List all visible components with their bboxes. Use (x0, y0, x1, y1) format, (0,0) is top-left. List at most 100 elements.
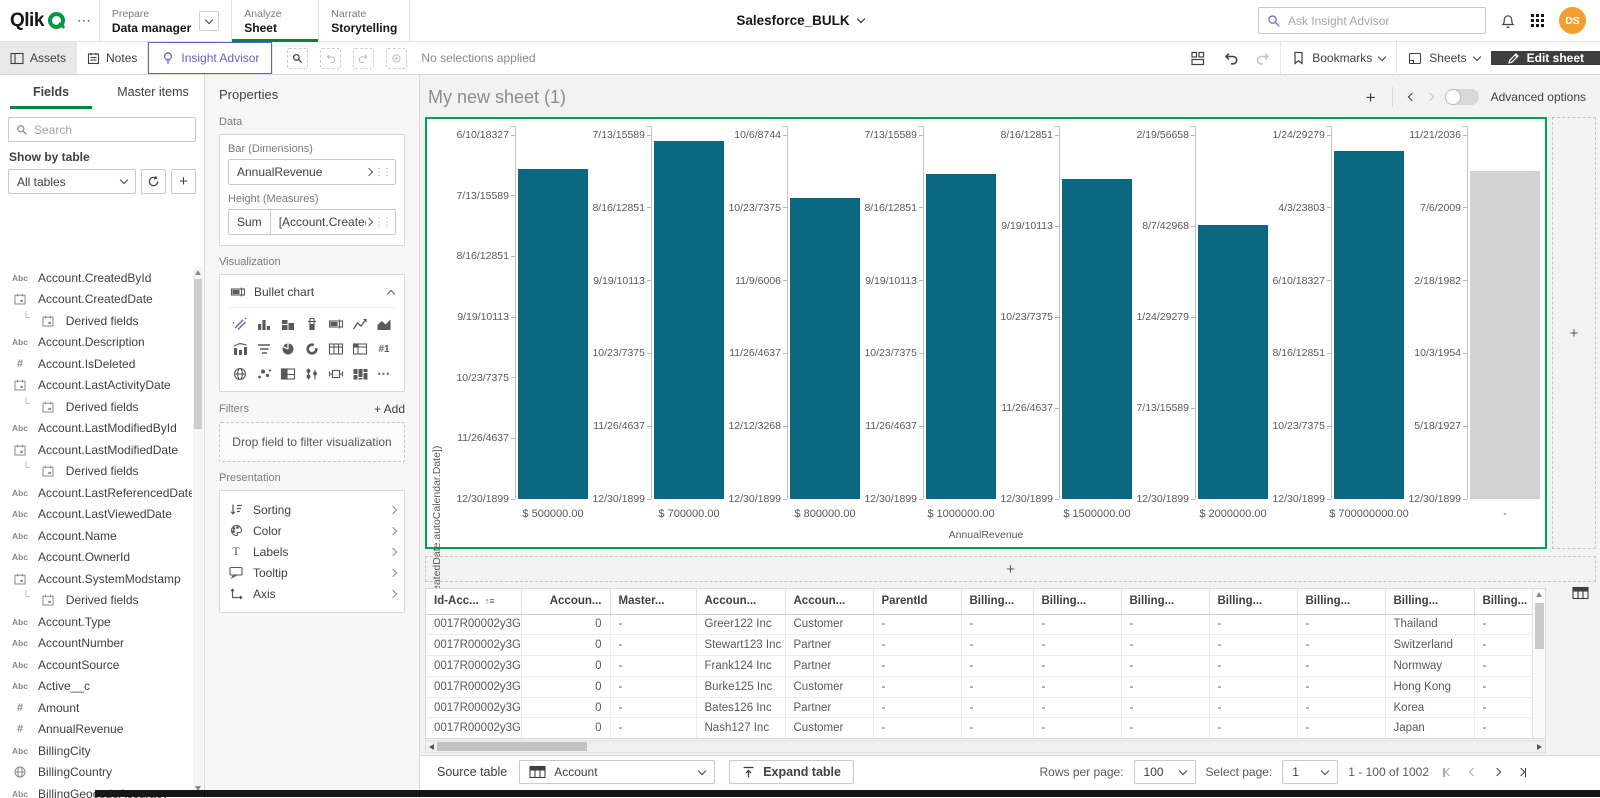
area-chart-icon[interactable] (372, 315, 396, 333)
pie-chart-icon[interactable] (276, 340, 300, 358)
table-cell[interactable]: - (1474, 656, 1533, 677)
table-cell[interactable]: Partner (785, 697, 873, 718)
table-cell[interactable]: - (1033, 635, 1121, 656)
bullet-chart-horizontal-icon[interactable] (324, 315, 348, 333)
more-charts-icon[interactable]: ⋯ (372, 365, 396, 383)
column-header[interactable]: Accoun... (785, 589, 873, 614)
table-cell[interactable]: - (610, 656, 696, 677)
step-forward-selection-icon[interactable] (353, 48, 374, 69)
bar[interactable] (1334, 151, 1404, 499)
table-cell[interactable]: - (1297, 614, 1385, 635)
scroll-up-icon[interactable] (1536, 592, 1542, 597)
distribution-plot-icon[interactable] (300, 365, 324, 383)
table-chart-icon[interactable] (324, 340, 348, 358)
table-cell[interactable]: - (610, 635, 696, 656)
bar[interactable] (1198, 225, 1268, 499)
presentation-item-labels[interactable]: TLabels (228, 541, 396, 562)
column-header[interactable]: Billing... (1474, 589, 1533, 614)
prepare-dropdown-button[interactable] (199, 11, 219, 31)
select-page-select[interactable]: 1 (1282, 760, 1338, 784)
table-cell[interactable]: - (1297, 635, 1385, 656)
field-item[interactable]: Account.SystemModstamp (0, 568, 192, 590)
table-cell[interactable]: Customer (785, 676, 873, 697)
funnel-chart-icon[interactable] (252, 340, 276, 358)
table-cell[interactable]: - (961, 676, 1033, 697)
mekko-chart-icon[interactable] (348, 365, 372, 383)
table-cell[interactable]: Greer122 Inc (696, 614, 785, 635)
bar[interactable] (518, 169, 588, 499)
field-item[interactable]: └Derived fields (0, 396, 192, 418)
redo-button[interactable] (1247, 42, 1280, 74)
table-cell[interactable]: - (1121, 676, 1209, 697)
table-cell[interactable]: - (1121, 718, 1209, 739)
tab-fields[interactable]: Fields (0, 75, 102, 109)
table-cell[interactable]: 0017R00002y3G... (426, 676, 521, 697)
column-header[interactable]: Id-Acc...↑≡ (426, 589, 521, 614)
table-cell[interactable]: 0017R00002y3Gf... (426, 635, 521, 656)
table-cell[interactable]: 0017R00002y3Gf... (426, 656, 521, 677)
bar[interactable] (1062, 179, 1132, 499)
app-name-dropdown[interactable]: Salesforce_BULK (736, 13, 863, 28)
notifications-bell-icon[interactable] (1500, 13, 1516, 29)
line-chart-icon[interactable] (348, 315, 372, 333)
clear-selections-icon[interactable] (386, 48, 407, 69)
table-cell[interactable]: - (961, 697, 1033, 718)
presentation-item-sorting[interactable]: Sorting (228, 499, 396, 520)
table-horizontal-scrollbar[interactable] (425, 740, 1546, 753)
insight-advisor-button[interactable]: Insight Advisor (148, 42, 272, 74)
table-cell[interactable]: - (1474, 614, 1533, 635)
scrollbar-thumb[interactable] (194, 279, 202, 429)
add-column-drop-zone[interactable]: + (1552, 117, 1596, 549)
presentation-item-tooltip[interactable]: Tooltip (228, 562, 396, 583)
auto-chart-icon[interactable] (228, 315, 252, 333)
step-back-selection-icon[interactable] (320, 48, 341, 69)
table-cell[interactable]: - (1474, 676, 1533, 697)
table-cell[interactable]: - (873, 676, 961, 697)
table-cell[interactable]: - (1209, 614, 1297, 635)
table-cell[interactable]: - (1474, 635, 1533, 656)
add-field-button[interactable]: + (171, 169, 196, 194)
field-item[interactable]: AbcActive__c (0, 676, 192, 698)
field-item[interactable]: AbcAccount.Type (0, 611, 192, 633)
tab-analyze[interactable]: Analyze Sheet (231, 0, 319, 41)
column-header[interactable]: Billing... (1121, 589, 1209, 614)
column-header[interactable]: Billing... (1385, 589, 1474, 614)
field-item[interactable]: └Derived fields (0, 310, 192, 332)
table-cell[interactable]: - (1209, 635, 1297, 656)
drag-grip-icon[interactable]: ⋮⋮ (372, 167, 395, 178)
scroll-right-icon[interactable] (1537, 744, 1542, 750)
table-cell[interactable]: - (1474, 697, 1533, 718)
table-cell[interactable]: - (873, 718, 961, 739)
edit-sheet-button[interactable]: Edit sheet (1491, 51, 1600, 65)
fields-search-box[interactable] (8, 117, 196, 142)
table-cell[interactable]: Customer (785, 614, 873, 635)
table-cell[interactable]: - (1033, 718, 1121, 739)
scrollbar-thumb[interactable] (437, 742, 587, 751)
field-item[interactable]: Account.LastActivityDate (0, 375, 192, 397)
previous-sheet-icon[interactable] (1407, 93, 1415, 101)
table-cell[interactable]: Partner (785, 656, 873, 677)
table-cell[interactable]: - (610, 676, 696, 697)
add-row-drop-zone[interactable]: + (425, 556, 1596, 582)
scrollbar-thumb[interactable] (1535, 603, 1544, 649)
bar[interactable] (790, 198, 860, 499)
previous-page-icon[interactable] (1466, 769, 1480, 775)
field-item[interactable]: AbcAccount.OwnerId (0, 547, 192, 569)
refresh-fields-button[interactable] (141, 169, 166, 194)
last-page-icon[interactable] (1514, 768, 1531, 777)
block-chart-icon[interactable] (276, 315, 300, 333)
next-sheet-icon[interactable] (1425, 93, 1433, 101)
table-cell[interactable]: 0 (521, 635, 610, 656)
table-cell[interactable]: - (1297, 656, 1385, 677)
chart-type-select[interactable]: Bullet chart (228, 283, 396, 308)
field-item[interactable]: AbcAccount.LastModifiedById (0, 418, 192, 440)
bar-chart-icon[interactable] (252, 315, 276, 333)
table-cell[interactable]: - (1297, 697, 1385, 718)
field-item[interactable]: #Account.IsDeleted (0, 353, 192, 375)
field-item[interactable]: Account.CreatedDate (0, 289, 192, 311)
table-cell[interactable]: - (873, 614, 961, 635)
table-cell[interactable]: 0017R00002y3Gf... (426, 697, 521, 718)
field-item[interactable]: └Derived fields (0, 590, 192, 612)
sheet-grid-view-icon[interactable] (1181, 42, 1214, 74)
pivot-table-icon[interactable] (348, 340, 372, 358)
